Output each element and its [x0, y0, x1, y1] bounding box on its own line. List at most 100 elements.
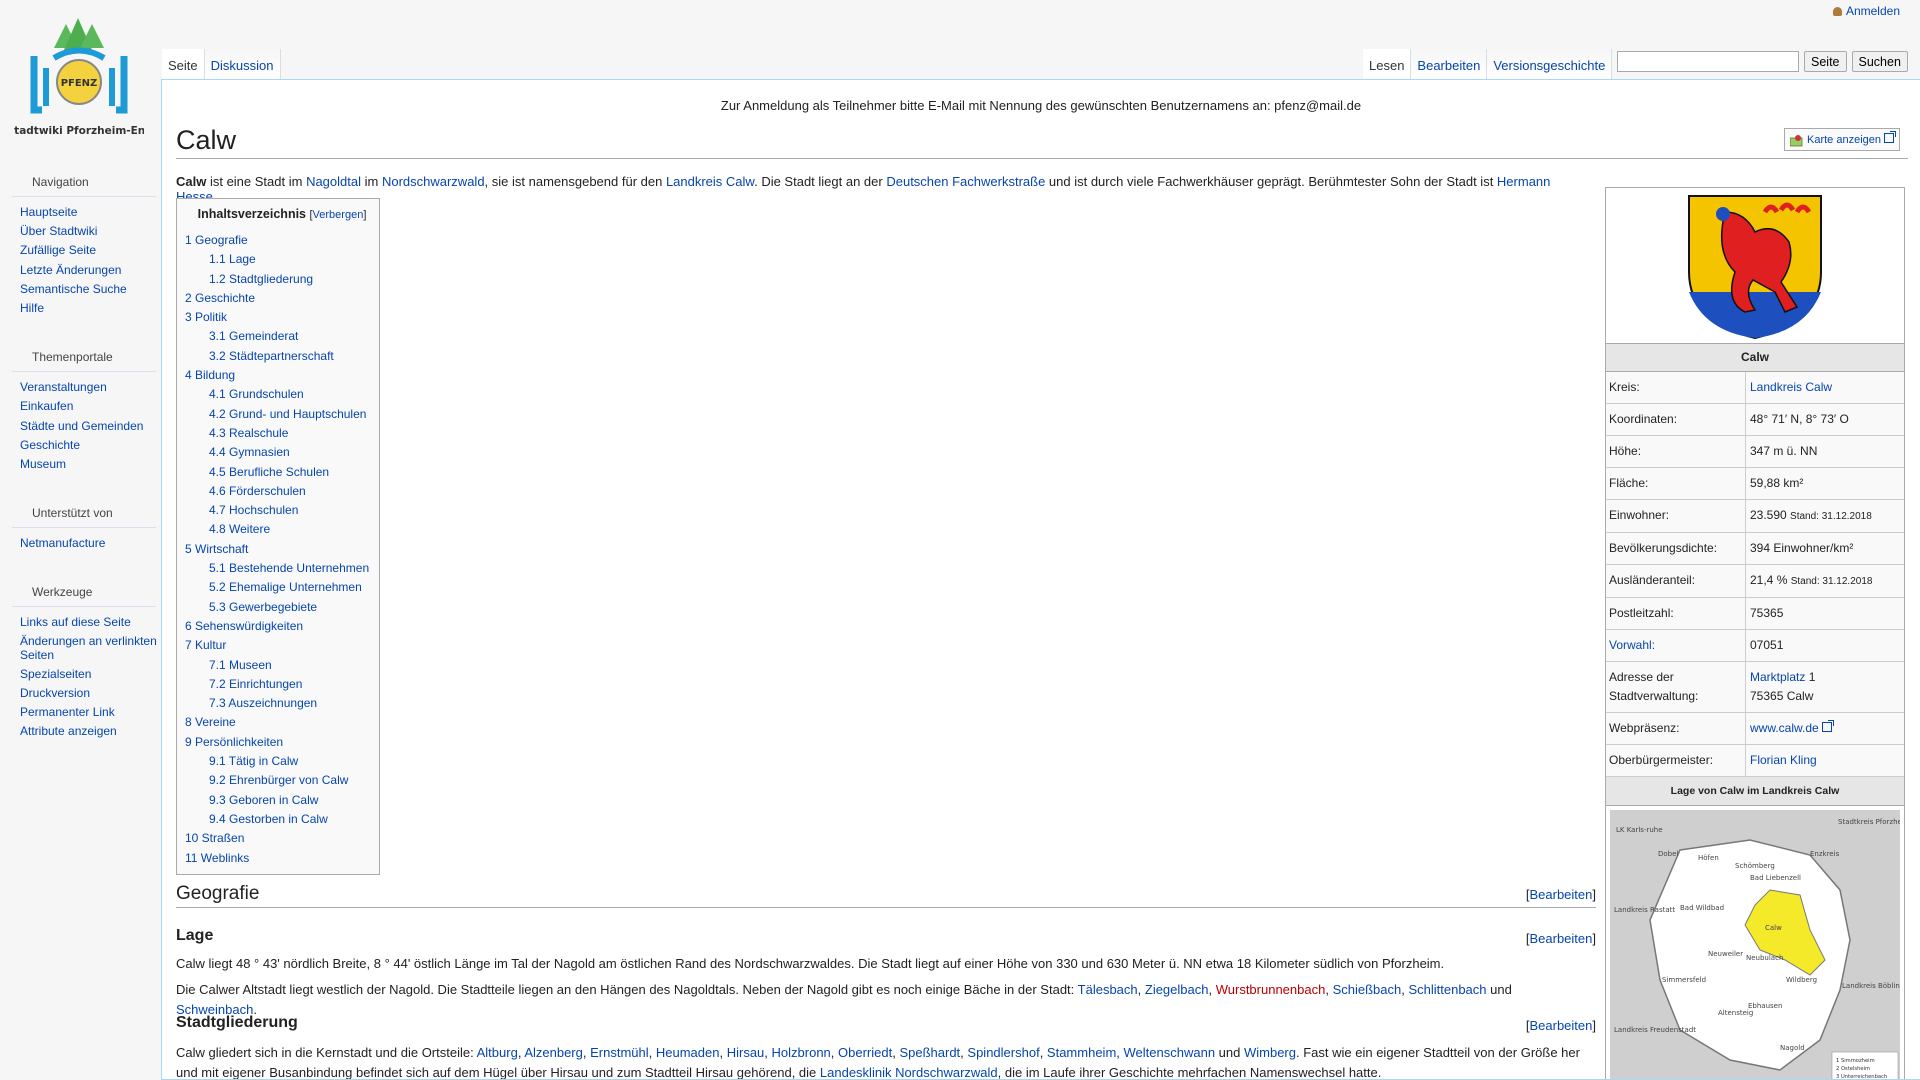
- coat-of-arms-image[interactable]: [1685, 192, 1825, 340]
- toc-link-4-7[interactable]: 4.7 Hochschulen: [209, 503, 298, 517]
- infobox-value-link-florian-kling[interactable]: Florian Kling: [1750, 753, 1817, 767]
- location-map[interactable]: Stadtkreis Pforzheim LK Karls-ruhe Enzkrei…: [1606, 806, 1913, 1079]
- tab-bearbeiten-label[interactable]: Bearbeiten: [1417, 58, 1480, 73]
- link-weltenschwann[interactable]: Weltenschwann: [1124, 1045, 1216, 1060]
- link-schlittenbach[interactable]: Schlittenbach: [1408, 982, 1486, 997]
- link-hirsau[interactable]: Hirsau: [727, 1045, 765, 1060]
- toc-link-5-1[interactable]: 5.1 Bestehende Unternehmen: [209, 561, 369, 575]
- link-deutschen-fachwerkstrasse[interactable]: Deutschen Fachwerkstraße: [886, 174, 1045, 189]
- toc-link-7-3[interactable]: 7.3 Auszeichnungen: [209, 696, 317, 710]
- sidebar-item-anderungen-an-verlinkten-seiten[interactable]: Änderungen an verlinkten Seiten: [0, 632, 160, 664]
- infobox-key-link[interactable]: Vorwahl:: [1609, 638, 1655, 652]
- toc-link-3[interactable]: 3 Politik: [185, 310, 227, 324]
- toc-link-1-2[interactable]: 1.2 Stadtgliederung: [209, 272, 313, 286]
- toc-link-4-3[interactable]: 4.3 Realschule: [209, 426, 288, 440]
- sidebar-item-netmanufacture[interactable]: Netmanufacture: [0, 534, 160, 553]
- link-stammheim[interactable]: Stammheim: [1047, 1045, 1116, 1060]
- toc-link-4-4[interactable]: 4.4 Gymnasien: [209, 445, 290, 459]
- link-oberriedt[interactable]: Oberriedt: [838, 1045, 892, 1060]
- sidebar-item-zufallige-seite[interactable]: Zufällige Seite: [0, 241, 160, 260]
- tab-seite-label[interactable]: Seite: [168, 58, 198, 73]
- link-spesshardt[interactable]: Speßhardt: [899, 1045, 960, 1060]
- sidebar-item-hauptseite[interactable]: Hauptseite: [0, 203, 160, 222]
- sidebar-item-geschichte[interactable]: Geschichte: [0, 436, 160, 455]
- sidebar-item-semantische-suche[interactable]: Semantische Suche: [0, 280, 160, 299]
- toc-link-5-3[interactable]: 5.3 Gewerbegebiete: [209, 600, 317, 614]
- sidebar-item-hilfe[interactable]: Hilfe: [0, 299, 160, 318]
- toc-link-10[interactable]: 10 Straßen: [185, 831, 244, 845]
- edit-link-stadtgliederung[interactable]: Bearbeiten: [1529, 1018, 1592, 1033]
- sidebar-item-uber-stadtwiki[interactable]: Über Stadtwiki: [0, 222, 160, 241]
- tab-lesen[interactable]: Lesen: [1363, 49, 1412, 80]
- go-button[interactable]: Seite: [1804, 51, 1847, 72]
- toc-link-4-8[interactable]: 4.8 Weitere: [209, 522, 270, 536]
- toc-link-1-1[interactable]: 1.1 Lage: [209, 252, 256, 266]
- search-input[interactable]: [1617, 51, 1799, 72]
- sidebar-item-einkaufen[interactable]: Einkaufen: [0, 397, 160, 416]
- toc-link-4-5[interactable]: 4.5 Berufliche Schulen: [209, 465, 329, 479]
- link-ziegelbach[interactable]: Ziegelbach: [1145, 982, 1209, 997]
- toc-link-9-2[interactable]: 9.2 Ehrenbürger von Calw: [209, 773, 348, 787]
- toc-toggle-link[interactable]: Verbergen: [313, 209, 364, 221]
- edit-link-geografie[interactable]: Bearbeiten: [1529, 887, 1592, 902]
- link-talesbach[interactable]: Tälesbach: [1078, 982, 1138, 997]
- sidebar-item-museum[interactable]: Museum: [0, 455, 160, 474]
- link-nagoldtal[interactable]: Nagoldtal: [306, 174, 361, 189]
- link-ernstmuhl[interactable]: Ernstmühl: [590, 1045, 649, 1060]
- tab-versionsgeschichte[interactable]: Versionsgeschichte: [1487, 49, 1613, 80]
- link-heumaden[interactable]: Heumaden: [656, 1045, 720, 1060]
- show-map-button[interactable]: Karte anzeigen: [1784, 128, 1900, 151]
- toc-link-9[interactable]: 9 Persönlichkeiten: [185, 735, 283, 749]
- tab-bearbeiten[interactable]: Bearbeiten: [1411, 49, 1488, 80]
- link-landesklinik-nordschwarzwald[interactable]: Landesklinik Nordschwarzwald: [820, 1065, 998, 1079]
- toc-link-7[interactable]: 7 Kultur: [185, 638, 226, 652]
- link-schiessbach[interactable]: Schießbach: [1333, 982, 1402, 997]
- link-spindlershof[interactable]: Spindlershof: [967, 1045, 1039, 1060]
- tab-lesen-label[interactable]: Lesen: [1369, 58, 1404, 73]
- sidebar-item-druckversion[interactable]: Druckversion: [0, 684, 160, 703]
- tab-diskussion[interactable]: Diskussion: [204, 49, 281, 80]
- link-alzenberg[interactable]: Alzenberg: [524, 1045, 583, 1060]
- sidebar-item-spezialseiten[interactable]: Spezialseiten: [0, 665, 160, 684]
- toc-link-9-4[interactable]: 9.4 Gestorben in Calw: [209, 812, 328, 826]
- toc-link-4[interactable]: 4 Bildung: [185, 368, 235, 382]
- sidebar-item-letzte-anderungen[interactable]: Letzte Änderungen: [0, 261, 160, 280]
- toc-link-5[interactable]: 5 Wirtschaft: [185, 542, 248, 556]
- login-link[interactable]: Anmelden: [1846, 4, 1900, 18]
- infobox-value-link-marktplatz[interactable]: Marktplatz: [1750, 670, 1805, 684]
- toc-link-4-1[interactable]: 4.1 Grundschulen: [209, 387, 304, 401]
- toc-link-11[interactable]: 11 Weblinks: [185, 851, 249, 865]
- toc-link-9-1[interactable]: 9.1 Tätig in Calw: [209, 754, 298, 768]
- toc-link-3-2[interactable]: 3.2 Städtepartnerschaft: [209, 349, 334, 363]
- toc-link-2[interactable]: 2 Geschichte: [185, 291, 255, 305]
- toc-link-8[interactable]: 8 Vereine: [185, 715, 236, 729]
- infobox-value-link-landkreis-calw[interactable]: Landkreis Calw: [1750, 380, 1832, 394]
- link-altburg[interactable]: Altburg: [477, 1045, 518, 1060]
- toc-link-3-1[interactable]: 3.1 Gemeinderat: [209, 329, 298, 343]
- infobox-value-link-www-calw-de[interactable]: www.calw.de: [1750, 721, 1819, 735]
- link-holzbronn[interactable]: Holzbronn: [772, 1045, 831, 1060]
- site-logo[interactable]: PFENZ Stadtwiki Pforzheim-Enz: [7, 18, 151, 143]
- tab-diskussion-label[interactable]: Diskussion: [211, 58, 274, 73]
- tab-versionsgeschichte-label[interactable]: Versionsgeschichte: [1493, 58, 1605, 73]
- show-map-link[interactable]: Karte anzeigen: [1807, 134, 1881, 146]
- sidebar-item-stadte-und-gemeinden[interactable]: Städte und Gemeinden: [0, 417, 160, 436]
- toc-link-1[interactable]: 1 Geografie: [185, 233, 248, 247]
- toc-link-9-3[interactable]: 9.3 Geboren in Calw: [209, 793, 318, 807]
- edit-link-lage[interactable]: Bearbeiten: [1529, 931, 1592, 946]
- link-nordschwarzwald[interactable]: Nordschwarzwald: [382, 174, 485, 189]
- toc-link-6[interactable]: 6 Sehenswürdigkeiten: [185, 619, 303, 633]
- toc-link-7-1[interactable]: 7.1 Museen: [209, 658, 272, 672]
- sidebar-item-links-auf-diese-seite[interactable]: Links auf diese Seite: [0, 613, 160, 632]
- search-button[interactable]: Suchen: [1851, 51, 1908, 72]
- link-wimberg[interactable]: Wimberg: [1244, 1045, 1296, 1060]
- sidebar-item-attribute-anzeigen[interactable]: Attribute anzeigen: [0, 722, 160, 741]
- sidebar-item-veranstaltungen[interactable]: Veranstaltungen: [0, 378, 160, 397]
- toc-link-5-2[interactable]: 5.2 Ehemalige Unternehmen: [209, 580, 362, 594]
- toc-link-7-2[interactable]: 7.2 Einrichtungen: [209, 677, 302, 691]
- toc-link-4-2[interactable]: 4.2 Grund- und Hauptschulen: [209, 407, 366, 421]
- link-landkreis-calw[interactable]: Landkreis Calw: [666, 174, 754, 189]
- tab-seite[interactable]: Seite: [162, 49, 205, 80]
- toc-link-4-6[interactable]: 4.6 Förderschulen: [209, 484, 306, 498]
- sidebar-item-permanenter-link[interactable]: Permanenter Link: [0, 703, 160, 722]
